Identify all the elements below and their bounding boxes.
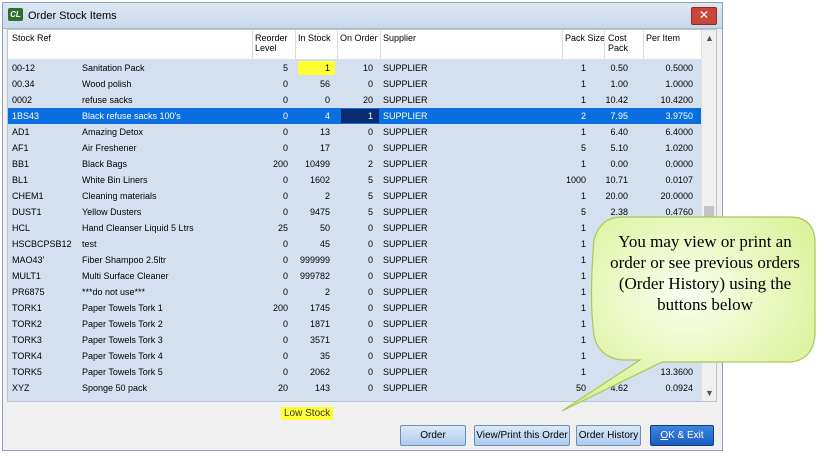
callout-text: You may view or print an order or see pr…	[610, 232, 800, 314]
callout-bubble	[561, 216, 816, 412]
